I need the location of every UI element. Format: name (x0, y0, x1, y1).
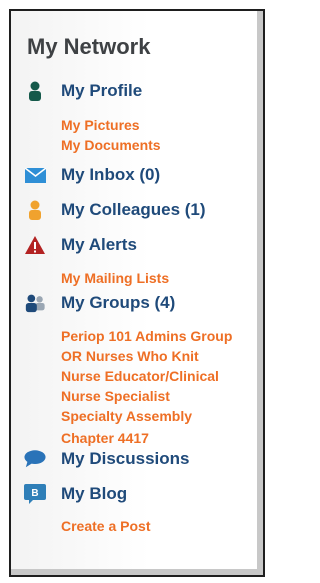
alert-triangle-icon (24, 234, 46, 256)
envelope-icon (24, 164, 46, 186)
group-item[interactable]: Nurse Educator/Clinical (61, 367, 219, 385)
blog-icon: B (24, 483, 46, 505)
create-post-link[interactable]: Create a Post (61, 517, 150, 535)
my-alerts-link[interactable]: My Alerts (61, 235, 137, 255)
nav-my-colleagues[interactable]: My Colleagues (1) (11, 198, 263, 222)
nav-my-inbox[interactable]: My Inbox (0) (11, 163, 263, 187)
panel-title: My Network (27, 34, 151, 59)
my-colleagues-link[interactable]: My Colleagues (1) (61, 200, 206, 220)
group-item[interactable]: Chapter 4417 (61, 429, 149, 447)
my-pictures-link[interactable]: My Pictures (61, 116, 140, 134)
my-documents-link[interactable]: My Documents (61, 136, 161, 154)
my-discussions-link[interactable]: My Discussions (61, 449, 190, 469)
speech-bubble-icon (24, 448, 46, 470)
my-mailing-lists-link[interactable]: My Mailing Lists (61, 269, 169, 287)
group-icon (24, 292, 46, 314)
group-item[interactable]: Specialty Assembly (61, 407, 192, 425)
nav-my-groups[interactable]: My Groups (4) (11, 291, 263, 315)
my-inbox-link[interactable]: My Inbox (0) (61, 165, 160, 185)
nav-my-alerts[interactable]: My Alerts (11, 233, 263, 257)
my-blog-link[interactable]: My Blog (61, 484, 127, 504)
nav-my-discussions[interactable]: My Discussions (11, 447, 263, 471)
nav-my-blog[interactable]: B My Blog (11, 482, 263, 506)
group-item[interactable]: Periop 101 Admins Group (61, 327, 232, 345)
my-groups-link[interactable]: My Groups (4) (61, 293, 175, 313)
my-network-panel: My Network My Profile My Pictures My Doc… (9, 9, 265, 577)
person-icon (24, 199, 46, 221)
person-icon (24, 80, 46, 102)
nav-my-profile[interactable]: My Profile (11, 79, 263, 103)
my-profile-link[interactable]: My Profile (61, 81, 142, 101)
svg-text:B: B (31, 488, 38, 499)
group-item[interactable]: Nurse Specialist (61, 387, 170, 405)
group-item[interactable]: OR Nurses Who Knit (61, 347, 199, 365)
